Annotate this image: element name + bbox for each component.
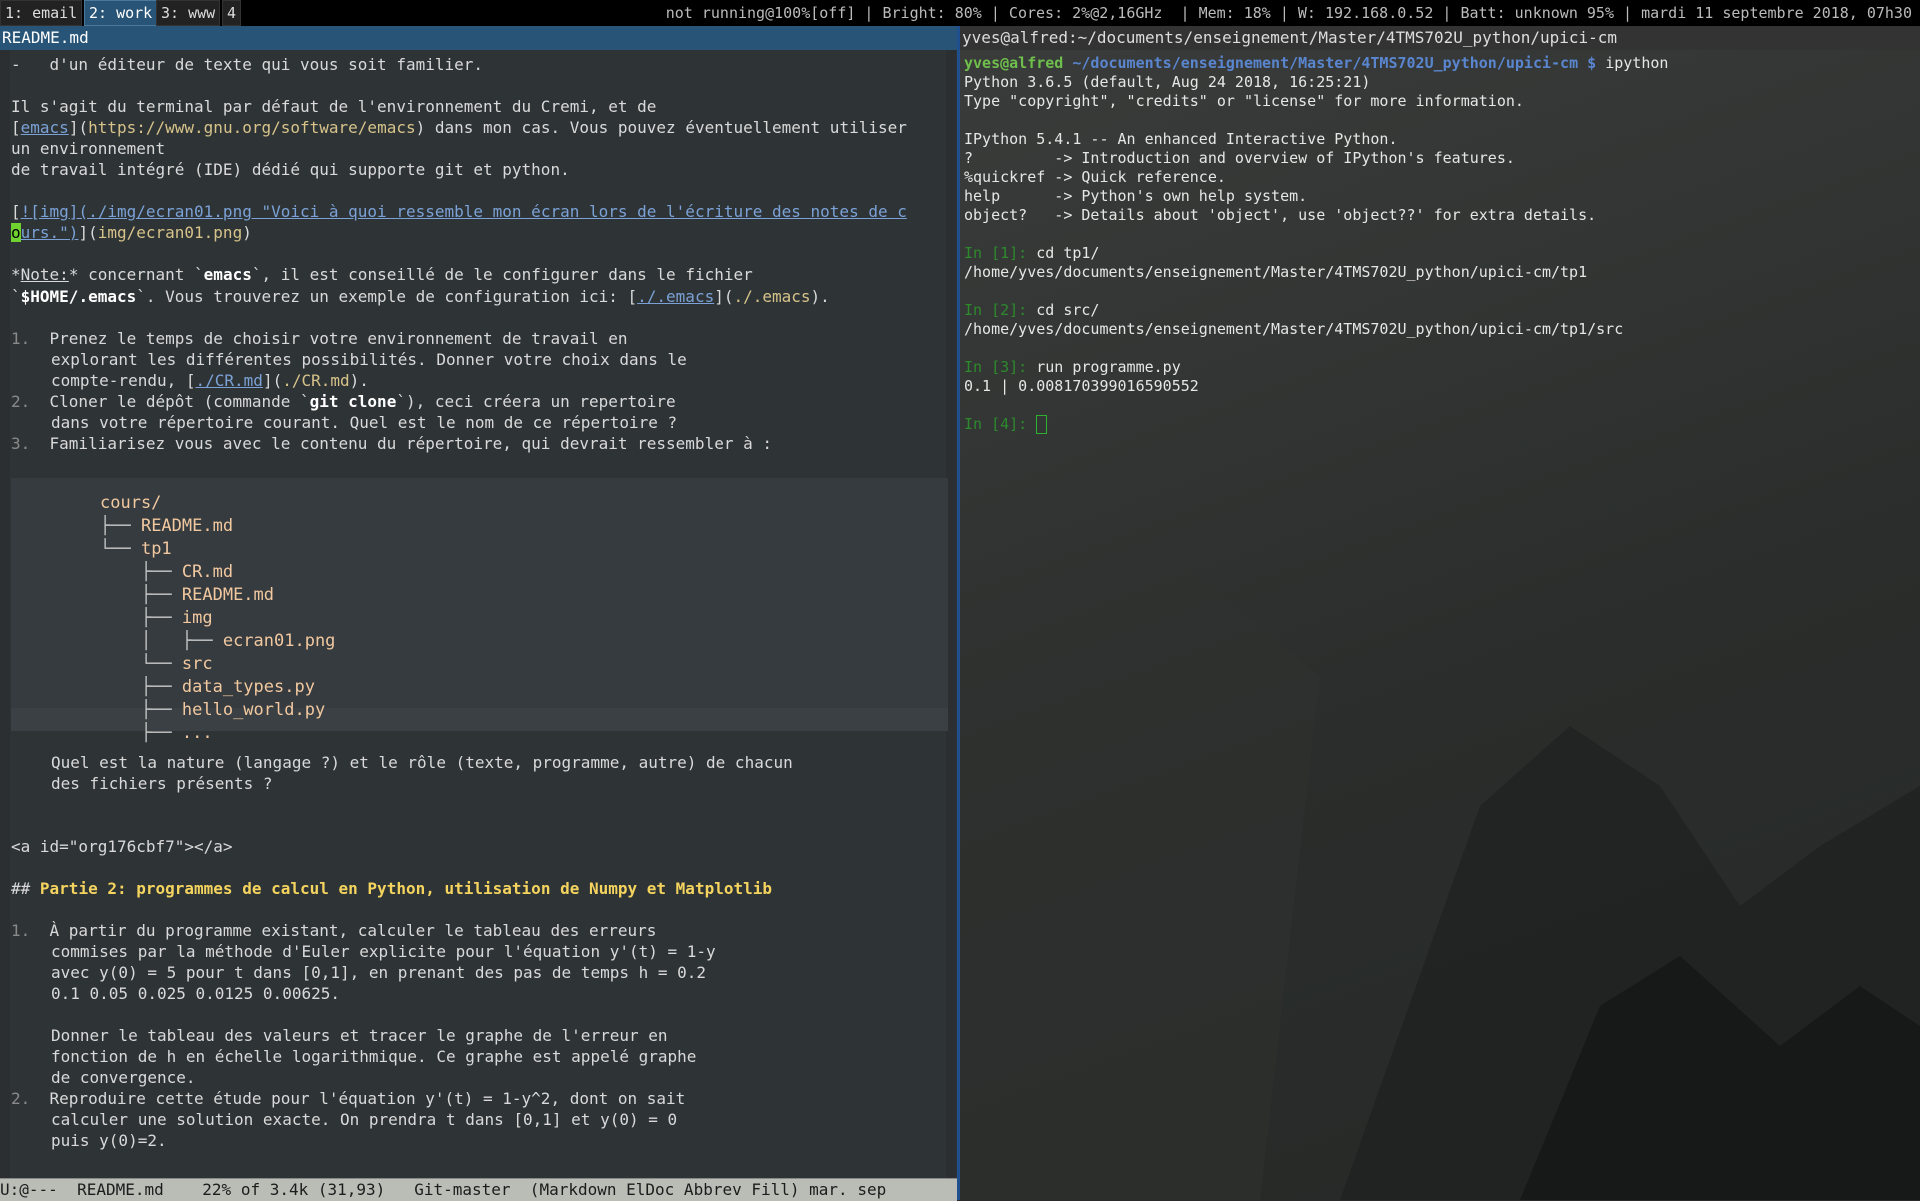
text-line: des fichiers présents ? [51,774,273,793]
text-line: - d'un éditeur de texte qui vous soit fa… [11,55,484,74]
output-line: Python 3.6.5 (default, Aug 24 2018, 16:2… [964,73,1371,91]
output-line: /home/yves/documents/enseignement/Master… [964,320,1624,338]
emacs-mode-line: U:@--- README.md 22% of 3.4k (31,93) Git… [0,1178,957,1201]
text-line: explorant les différentes possibilités. … [51,350,687,369]
tree-item: └── src [100,654,213,674]
ipython-input: In [2]: cd src/ [964,301,1100,319]
shell-prompt: yves@alfred ~/documents/enseignement/Mas… [964,54,1669,72]
tree-item: └── tp1 [100,539,172,559]
section-heading: ## Partie 2: programmes de calcul en Pyt… [11,879,772,898]
emacs-config-link[interactable]: ./.emacs [637,287,714,306]
tree-item: ├── README.md [100,516,234,536]
text-line: dans votre répertoire courant. Quel est … [51,413,678,432]
terminal-window[interactable]: yves@alfred:~/documents/enseignement/Mas… [960,26,1920,1200]
tree-item: ├── CR.md [100,562,234,582]
text-line: commises par la méthode d'Euler explicit… [51,942,716,961]
ipython-input: In [1]: cd tp1/ [964,244,1100,262]
workspace-3[interactable]: 3: www [156,0,221,26]
emacs-link[interactable]: emacs [21,118,69,137]
output-line: 0.1 | 0.008170399016590552 [964,377,1199,395]
list-item: 1. À partir du programme existant, calcu… [11,921,657,940]
ipython-input-active[interactable]: In [4]: [964,415,1048,434]
text-line: un environnement [11,139,166,158]
ipython-input: In [3]: run programme.py [964,358,1181,376]
cr-link[interactable]: ./CR.md [196,371,263,390]
output-line: %quickref -> Quick reference. [964,168,1226,186]
terminal-title: yves@alfred:~/documents/enseignement/Mas… [960,26,1920,50]
text-line: Il s'agit du terminal par défaut de l'en… [11,97,657,116]
text-line: [emacs](https://www.gnu.org/software/ema… [11,118,907,137]
tree-root: cours/ [100,493,162,513]
text-line: Donner le tableau des valeurs et tracer … [51,1026,668,1045]
html-anchor: <a id="org176cbf7"></a> [11,837,233,856]
image-link[interactable]: ![img](./img/ecran01.png "Voici à quoi r… [21,202,907,221]
text-cursor: o [11,223,21,242]
text-line: de travail intégré (IDE) dédié qui suppo… [11,160,570,179]
output-line: /home/yves/documents/enseignement/Master… [964,263,1588,281]
output-line: object? -> Details about 'object', use '… [964,206,1597,224]
workspace-2[interactable]: 2: work [84,0,158,26]
text-line: `$HOME/.emacs`. Vous trouverez un exempl… [11,287,830,306]
workspace-1[interactable]: 1: email [0,0,83,26]
top-status-bar: 1: email 2: work 3: www 4 not running@10… [0,0,1920,26]
terminal-cursor [1036,415,1048,434]
output-line: ? -> Introduction and overview of IPytho… [964,149,1515,167]
tree-item: ├── README.md [100,585,275,605]
output-line: help -> Python's own help system. [964,187,1308,205]
emacs-window[interactable]: README.md - d'un éditeur de texte qui vo… [0,26,960,1201]
text-line: fonction de h en échelle logarithmique. … [51,1047,697,1066]
text-line: compte-rendu, [./CR.md](./CR.md). [51,371,369,390]
tree-item: ├── data_types.py [100,677,315,697]
list-item: 2. Cloner le dépôt (commande `git clone`… [11,392,676,411]
system-status: not running@100%[off] | Bright: 80% | Co… [665,4,1912,22]
list-item: 1. Prenez le temps de choisir votre envi… [11,329,628,348]
text-line: puis y(0)=2. [51,1131,167,1150]
tree-item: ├── hello_world.py [100,700,326,720]
tree-item: ├── img [100,608,213,628]
text-line: *Note:* concernant `emacs`, il est conse… [11,265,753,284]
image-link-continued[interactable]: urs.") [21,223,79,242]
text-line: Quel est la nature (langage ?) et le rôl… [51,753,793,772]
workspace-4[interactable]: 4 [222,0,242,26]
tree-item: ├── ... [100,723,213,743]
list-item: 3. Familiarisez vous avec le contenu du … [11,434,772,453]
output-line: IPython 5.4.1 -- An enhanced Interactive… [964,130,1398,148]
text-line: calculer une solution exacte. On prendra… [51,1110,678,1129]
text-line: avec y(0) = 5 pour t dans [0,1], en pren… [51,963,707,982]
text-line: 0.1 0.05 0.025 0.0125 0.00625. [51,984,340,1003]
url-text: https://www.gnu.org/software/emacs [88,118,416,137]
tree-item: │ ├── ecran01.png [100,631,336,651]
list-item: 2. Reproduire cette étude pour l'équatio… [11,1089,686,1108]
emacs-window-title: README.md [0,26,957,50]
text-line: [![img](./img/ecran01.png "Voici à quoi … [11,202,907,221]
text-line: de convergence. [51,1068,196,1087]
output-line: Type "copyright", "credits" or "license"… [964,92,1524,110]
text-line: ours.")](img/ecran01.png) [11,223,252,242]
